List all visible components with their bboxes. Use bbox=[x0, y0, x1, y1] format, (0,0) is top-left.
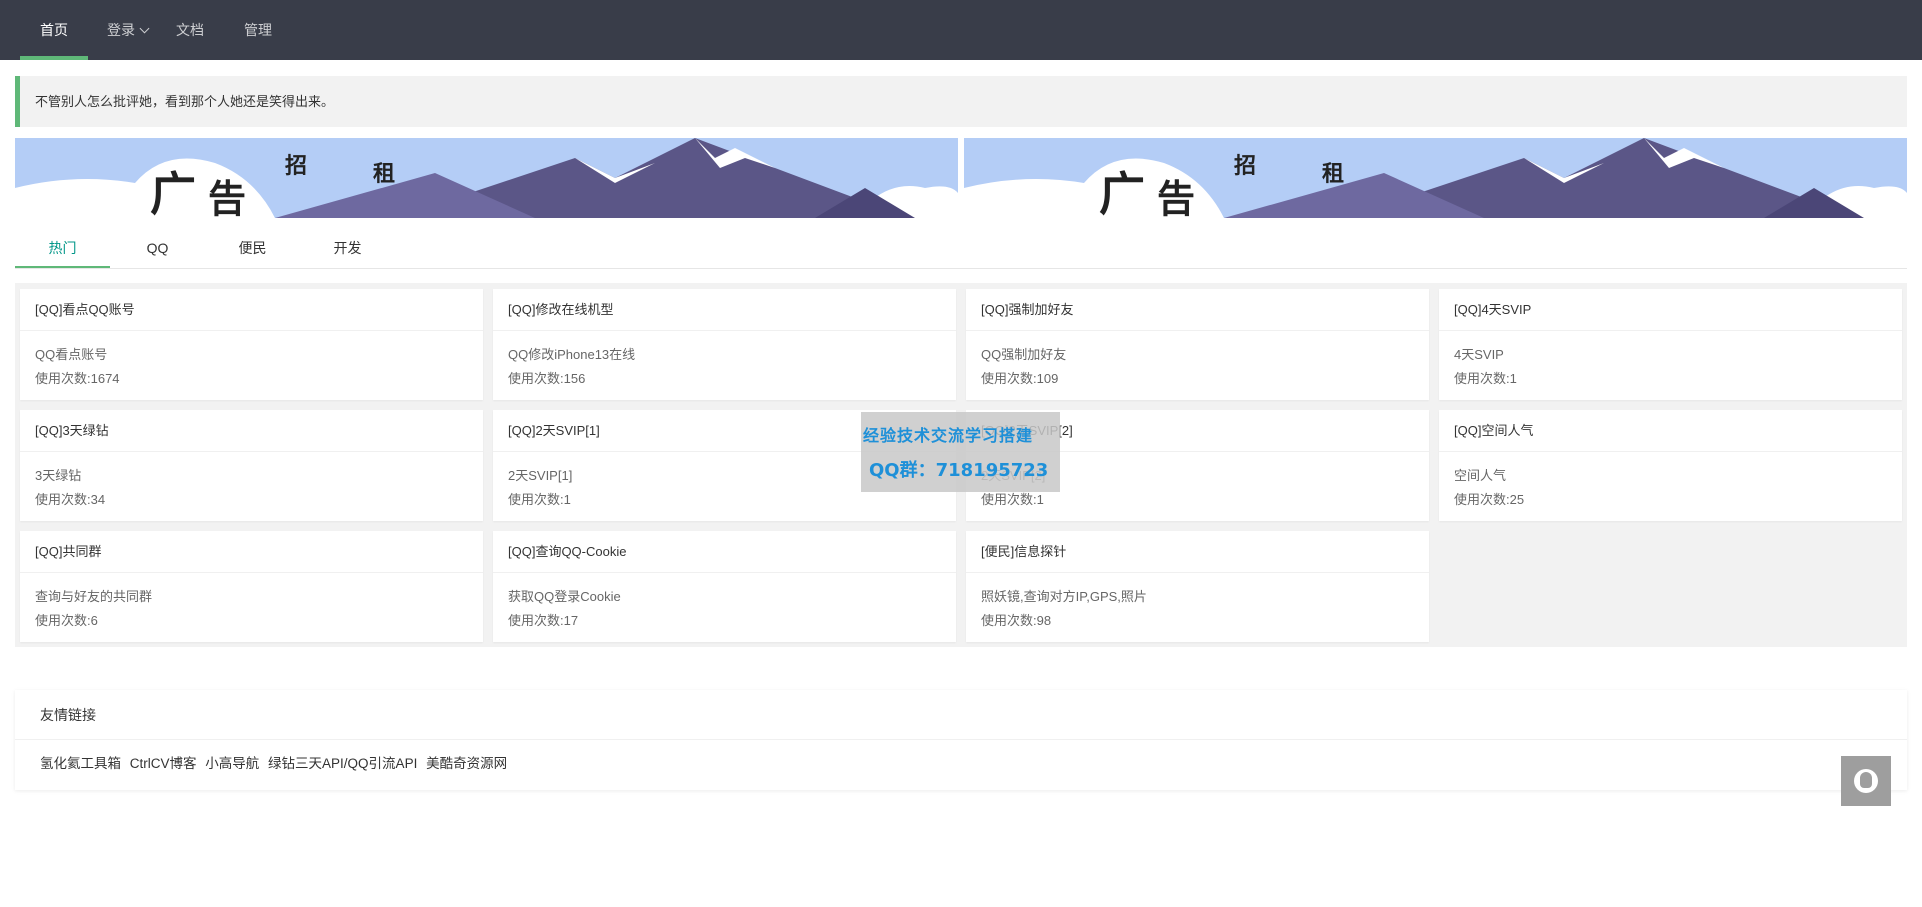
card-desc: 查询与好友的共同群 bbox=[35, 589, 153, 604]
tool-card[interactable]: [便民]信息探针 照妖镜,查询对方IP,GPS,照片 使用次数:98 bbox=[966, 531, 1429, 642]
card-desc: 空间人气 bbox=[1454, 468, 1507, 483]
card-desc: 获取QQ登录Cookie bbox=[508, 589, 621, 604]
tool-card[interactable]: [QQ]4天SVIP 4天SVIP 使用次数:1 bbox=[1439, 289, 1902, 400]
friend-link[interactable]: CtrlCV博客 bbox=[130, 756, 197, 771]
card-title: [便民]信息探针 bbox=[966, 531, 1429, 573]
friend-link[interactable]: 氢化氦工具箱 bbox=[40, 756, 121, 771]
card-desc: QQ强制加好友 bbox=[981, 347, 1067, 362]
card-desc: 3天绿钻 bbox=[35, 468, 82, 483]
banner-ad-char-1: 广 bbox=[150, 167, 196, 218]
nav-item-home[interactable]: 首页 bbox=[20, 0, 88, 60]
nav-admin-label: 管理 bbox=[244, 22, 272, 38]
banner-ad-char-4: 租 bbox=[373, 161, 396, 187]
friend-links-list: 氢化氦工具箱 CtrlCV博客 小高导航 绿钻三天API/QQ引流API 美酷奇… bbox=[15, 740, 1907, 772]
friend-links-title: 友情链接 bbox=[15, 690, 1907, 740]
card-usage: 使用次数:1 bbox=[1454, 371, 1517, 386]
nav-home-label: 首页 bbox=[40, 22, 68, 38]
tab-qq[interactable]: QQ bbox=[110, 230, 205, 268]
card-desc: 照妖镜,查询对方IP,GPS,照片 bbox=[981, 589, 1147, 604]
banner-ad-char-2: 告 bbox=[1157, 176, 1196, 218]
card-usage: 使用次数:98 bbox=[981, 613, 1052, 628]
card-usage: 使用次数:1674 bbox=[35, 371, 120, 386]
card-desc: QQ修改iPhone13在线 bbox=[508, 347, 636, 362]
friend-links-panel: 友情链接 氢化氦工具箱 CtrlCV博客 小高导航 绿钻三天API/QQ引流AP… bbox=[15, 690, 1907, 790]
floating-qq-button[interactable] bbox=[1841, 756, 1891, 806]
banner-ad-char-4: 租 bbox=[1322, 161, 1345, 187]
card-usage: 使用次数:25 bbox=[1454, 492, 1525, 507]
watermark-overlay: 经验技术交流学习搭建 QQ群：718195723 bbox=[861, 412, 1060, 492]
chevron-down-icon bbox=[139, 23, 150, 34]
banner-ad-char-1: 广 bbox=[1099, 167, 1145, 218]
banner-ad-char-2: 告 bbox=[208, 176, 247, 218]
nav-item-login[interactable]: 登录 bbox=[107, 0, 150, 60]
tool-card[interactable]: [QQ]共同群 查询与好友的共同群 使用次数:6 bbox=[20, 531, 483, 642]
top-navbar: 首页 登录 文档 管理 bbox=[0, 0, 1922, 60]
tool-card[interactable]: [QQ]看点QQ账号 QQ看点账号 使用次数:1674 bbox=[20, 289, 483, 400]
card-title: [QQ]空间人气 bbox=[1439, 410, 1902, 452]
nav-item-admin[interactable]: 管理 bbox=[244, 0, 272, 60]
card-desc: 4天SVIP bbox=[1454, 347, 1504, 362]
tool-card[interactable]: [QQ]强制加好友 QQ强制加好友 使用次数:109 bbox=[966, 289, 1429, 400]
nav-item-docs[interactable]: 文档 bbox=[176, 0, 204, 60]
tool-card[interactable]: [QQ]查询QQ-Cookie 获取QQ登录Cookie 使用次数:17 bbox=[493, 531, 956, 642]
notice-banner: 不管别人怎么批评她，看到那个人她还是笑得出来。 bbox=[15, 76, 1907, 127]
ad-banner-right[interactable]: 广 告 招 租 bbox=[964, 138, 1907, 218]
ad-banner-left[interactable]: 广 告 招 租 bbox=[15, 138, 958, 218]
watermark-line-1: 经验技术交流学习搭建 bbox=[863, 426, 1034, 445]
tab-hot[interactable]: 热门 bbox=[15, 230, 110, 268]
friend-link[interactable]: 小高导航 bbox=[205, 756, 259, 771]
banner-ad-char-3: 招 bbox=[285, 153, 308, 179]
card-title: [QQ]共同群 bbox=[20, 531, 483, 573]
watermark-line-2: QQ群：718195723 bbox=[869, 460, 1049, 481]
card-usage: 使用次数:34 bbox=[35, 492, 106, 507]
tab-dev[interactable]: 开发 bbox=[300, 230, 395, 268]
card-usage: 使用次数:17 bbox=[508, 613, 579, 628]
card-title: [QQ]强制加好友 bbox=[966, 289, 1429, 331]
card-title: [QQ]查询QQ-Cookie bbox=[493, 531, 956, 573]
friend-link[interactable]: 美酷奇资源网 bbox=[426, 756, 507, 771]
card-desc: QQ看点账号 bbox=[35, 347, 108, 362]
card-title: [QQ]4天SVIP bbox=[1439, 289, 1902, 331]
card-usage: 使用次数:109 bbox=[981, 371, 1059, 386]
card-usage: 使用次数:156 bbox=[508, 371, 586, 386]
tool-card[interactable]: [QQ]修改在线机型 QQ修改iPhone13在线 使用次数:156 bbox=[493, 289, 956, 400]
tool-card[interactable]: [QQ]空间人气 空间人气使用次数:25 bbox=[1439, 410, 1902, 521]
card-usage: 使用次数:6 bbox=[35, 613, 98, 628]
qq-penguin-body bbox=[1860, 772, 1872, 788]
banner-ad-char-3: 招 bbox=[1234, 153, 1257, 179]
card-title: [QQ]修改在线机型 bbox=[493, 289, 956, 331]
nav-login-label: 登录 bbox=[107, 22, 135, 38]
tab-convenience[interactable]: 便民 bbox=[205, 230, 300, 268]
notice-text: 不管别人怎么批评她，看到那个人她还是笑得出来。 bbox=[35, 94, 335, 109]
tool-card[interactable]: [QQ]3天绿钻 3天绿钻使用次数:34 bbox=[20, 410, 483, 521]
card-title: [QQ]看点QQ账号 bbox=[20, 289, 483, 331]
nav-docs-label: 文档 bbox=[176, 22, 204, 38]
category-tabs: 热门 QQ 便民 开发 bbox=[15, 230, 1907, 269]
card-title: [QQ]3天绿钻 bbox=[20, 410, 483, 452]
friend-link[interactable]: 绿钻三天API/QQ引流API bbox=[268, 756, 417, 771]
